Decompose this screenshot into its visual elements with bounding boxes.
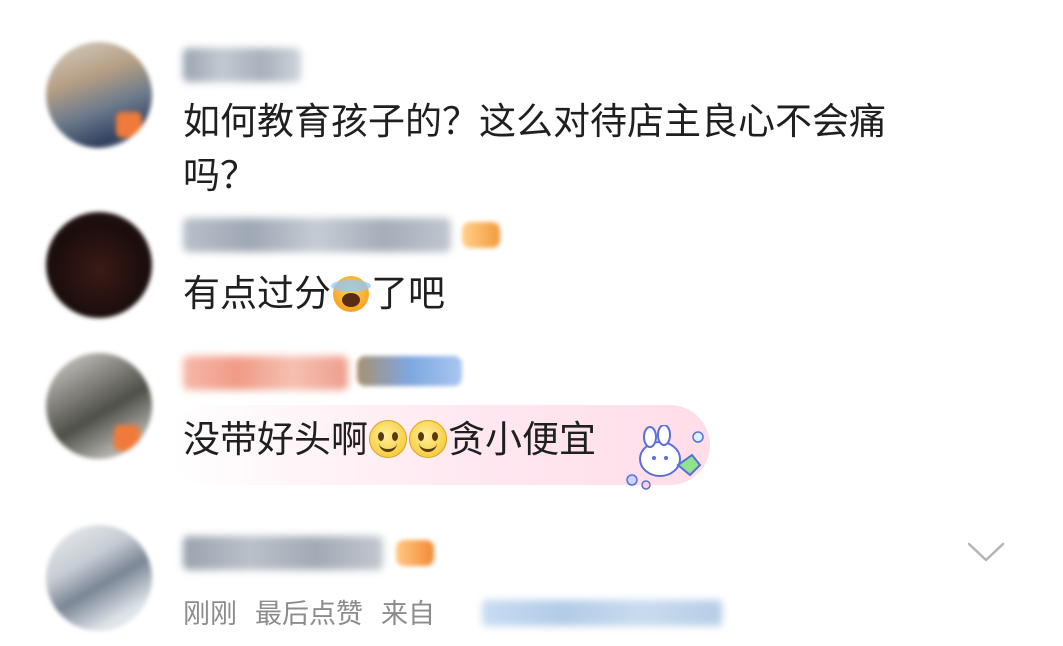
comment-time: 刚刚 [183,599,237,630]
vip-badge-icon [396,540,434,566]
comment-text: 如何教育孩子的？这么对待店主良心不会痛 [183,100,886,143]
smile-emoji-icon [369,420,407,458]
scream-emoji-icon [331,276,371,312]
comment-text-continued: 吗？ [183,154,257,197]
vip-badge-icon [462,222,500,248]
device-source-blurred [482,600,722,626]
source-prefix: 来自 [381,599,435,630]
avatar[interactable] [46,42,152,148]
avatar[interactable] [46,353,152,459]
vip-badge-icon [357,356,462,386]
avatar[interactable] [46,212,152,318]
chevron-down-icon[interactable] [966,540,1006,564]
username-blurred[interactable] [183,356,348,390]
avatar[interactable] [46,525,152,631]
comment-meta: 刚刚 最后点赞 来自 [183,592,435,631]
username-blurred[interactable] [183,218,451,252]
username-blurred[interactable] [183,536,383,570]
smile-emoji-icon [409,420,447,458]
username-blurred[interactable] [183,48,301,82]
comment-text: 有点过分 了吧 [183,272,445,315]
last-like-label[interactable]: 最后点赞 [255,599,363,630]
comment-text: 没带好头啊 贪小便宜 [183,418,596,461]
bunny-sticker-icon [626,425,704,490]
